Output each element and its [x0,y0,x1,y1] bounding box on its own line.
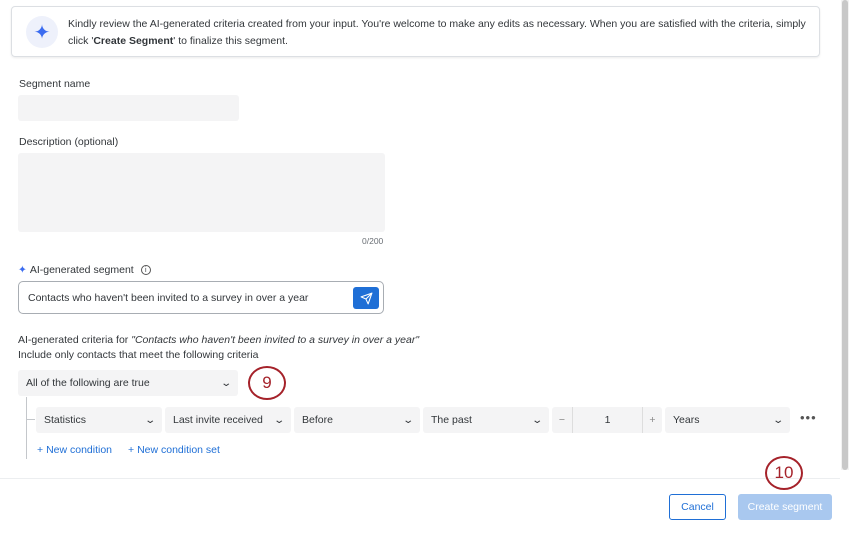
scrollbar[interactable] [841,0,849,470]
criteria-title: AI-generated criteria for "Contacts who … [18,334,420,346]
step-10-annotation: 10 [765,456,803,490]
sparkle-icon: ✦ [18,264,27,276]
range-dropdown[interactable]: The past ⌄ [423,407,549,433]
segment-name-input[interactable] [18,95,239,121]
operator-dropdown[interactable]: Before ⌄ [294,407,420,433]
new-condition-set-link[interactable]: + New condition set [128,444,220,456]
description-textarea[interactable] [18,153,385,232]
sparkle-icon: ✦ [26,16,58,48]
send-icon [360,292,372,304]
amount-value[interactable]: 1 [573,414,642,426]
decrement-button[interactable]: − [552,407,573,433]
cancel-button[interactable]: Cancel [669,494,726,520]
logic-dropdown[interactable]: All of the following are true ⌄ [18,370,238,396]
field-dropdown[interactable]: Last invite received ⌄ [165,407,291,433]
more-options-icon[interactable]: ••• [800,410,817,425]
tree-line [26,397,27,459]
field-type-dropdown[interactable]: Statistics ⌄ [36,407,162,433]
segment-name-label: Segment name [19,78,91,90]
step-9-annotation: 9 [248,366,286,400]
footer-divider [0,478,840,479]
tree-branch [26,419,35,420]
ai-segment-input[interactable]: Contacts who haven't been invited to a s… [18,281,384,314]
char-count: 0/200 [362,236,384,246]
chevron-down-icon: ⌄ [530,414,543,426]
info-icon[interactable]: i [140,265,151,275]
chevron-down-icon: ⌄ [401,414,414,426]
ai-segment-label: AI-generated segment [29,264,134,276]
chevron-down-icon: ⌄ [771,414,784,426]
description-label: Description (optional) [19,136,119,148]
chevron-down-icon: ⌄ [143,414,156,426]
send-button[interactable] [353,287,379,309]
unit-dropdown[interactable]: Years ⌄ [665,407,790,433]
ai-segment-label-row: ✦ AI-generated segment i [18,264,151,276]
chevron-down-icon: ⌄ [219,377,232,389]
chevron-down-icon: ⌄ [272,414,285,426]
banner-text: Kindly review the AI-generated criteria … [68,18,806,47]
criteria-subtitle: Include only contacts that meet the foll… [18,349,259,361]
info-banner: ✦ Kindly review the AI-generated criteri… [11,6,820,57]
ai-segment-value: Contacts who haven't been invited to a s… [28,291,309,304]
create-segment-button[interactable]: Create segment [738,494,832,520]
increment-button[interactable]: + [642,407,662,433]
amount-stepper[interactable]: − 1 + [552,407,662,433]
new-condition-link[interactable]: + New condition [37,444,112,456]
